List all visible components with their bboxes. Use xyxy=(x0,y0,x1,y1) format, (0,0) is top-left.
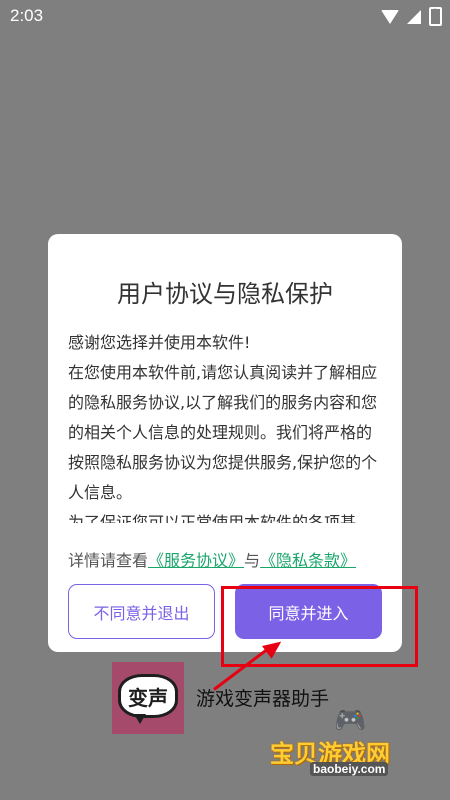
dialog-title: 用户协议与隐私保护 xyxy=(117,280,333,308)
decline-exit-button[interactable]: 不同意并退出 xyxy=(68,584,215,639)
privacy-policy-link[interactable]: 《隐私条款》 xyxy=(260,551,356,570)
app-icon-text: 变声 xyxy=(128,685,168,710)
status-bar: 2:03 xyxy=(0,0,450,32)
battery-charging-icon xyxy=(429,7,442,26)
status-icons xyxy=(381,7,442,26)
wifi-icon xyxy=(381,9,399,24)
agreement-links: 详情请查看《服务协议》与《隐私条款》 xyxy=(68,547,398,571)
and-text: 与 xyxy=(244,551,261,570)
highlight-annotation-box xyxy=(221,586,418,667)
service-agreement-link[interactable]: 《服务协议》 xyxy=(148,551,244,570)
details-prefix: 详情请查看 xyxy=(68,551,149,570)
body-paragraph: 感谢您选择并使用本软件! xyxy=(68,333,251,352)
watermark-logo: 🎮 宝贝游戏网 baobeiy.com xyxy=(262,706,442,786)
gamepad-icon: 🎮 xyxy=(334,706,367,736)
bubble-tail xyxy=(134,714,146,724)
speech-bubble-icon: 变声 xyxy=(118,674,178,718)
signal-icon xyxy=(407,9,421,24)
body-paragraph: 为了保证您可以正常使用本软件的各项基 xyxy=(68,513,357,523)
dialog-body[interactable]: 感谢您选择并使用本软件! 在您使用本软件前,请您认真阅读并了解相应的隐私服务协议… xyxy=(68,328,384,523)
status-time: 2:03 xyxy=(10,6,44,25)
body-paragraph: 在您使用本软件前,请您认真阅读并了解相应的隐私服务协议,以了解我们的服务内容和您… xyxy=(68,363,378,502)
app-icon: 变声 xyxy=(112,662,184,734)
watermark-url: baobeiy.com xyxy=(310,762,389,776)
